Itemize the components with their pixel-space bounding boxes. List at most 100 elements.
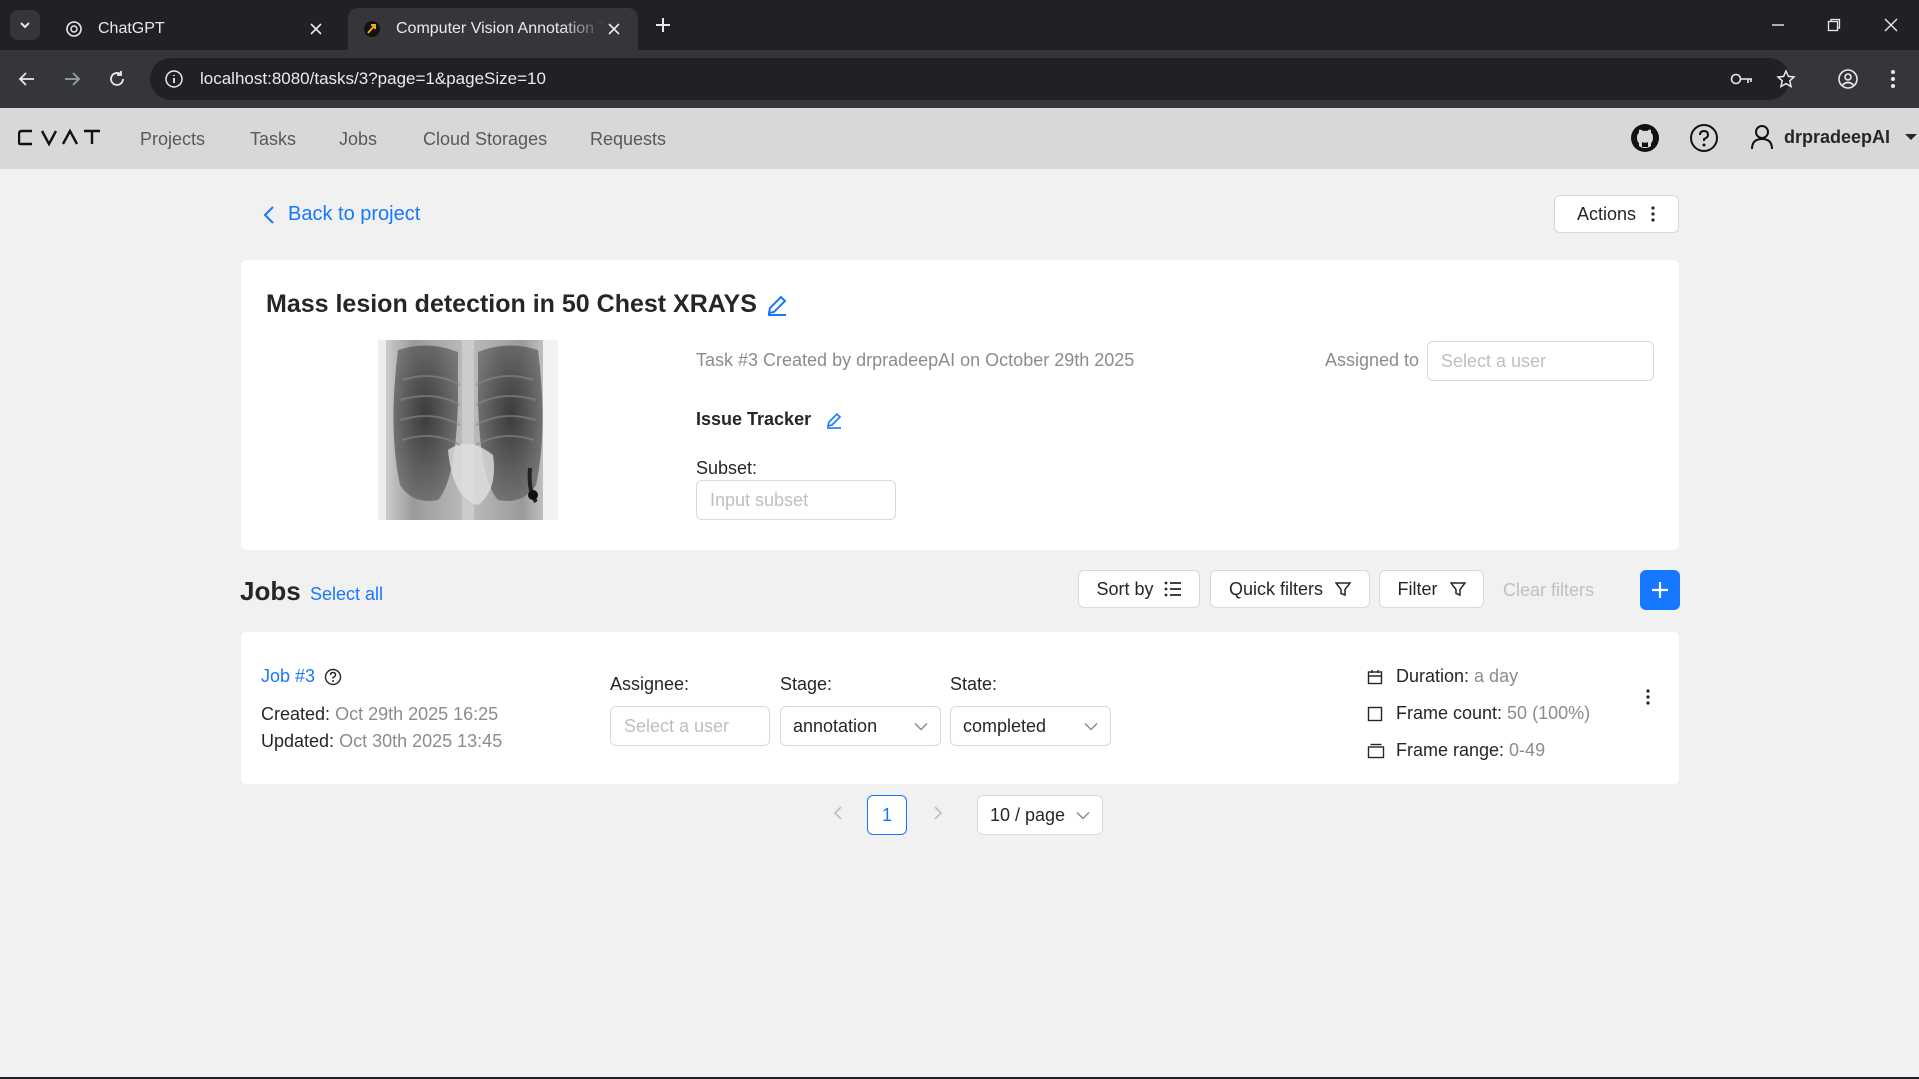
back-button[interactable] xyxy=(12,64,42,94)
forward-button[interactable] xyxy=(57,64,87,94)
created-value: Oct 29th 2025 16:25 xyxy=(335,704,499,724)
add-job-button[interactable] xyxy=(1640,570,1680,610)
chatgpt-icon xyxy=(64,19,84,39)
edit-icon[interactable] xyxy=(765,293,789,317)
profile-button[interactable] xyxy=(1833,64,1863,94)
user-menu[interactable]: drpradeepAI xyxy=(1750,124,1918,150)
sort-list-icon xyxy=(1164,581,1181,597)
next-page-button[interactable] xyxy=(923,798,953,828)
subset-placeholder: Input subset xyxy=(710,489,809,510)
nav-jobs[interactable]: Jobs xyxy=(339,129,377,150)
profile-icon xyxy=(1838,69,1858,89)
state-label: State: xyxy=(950,674,998,694)
help-icon[interactable] xyxy=(324,668,342,686)
plus-icon xyxy=(656,18,670,32)
frame-range-value: 0-49 xyxy=(1509,740,1546,760)
tab-search-button[interactable] xyxy=(10,10,40,40)
frame-count-label: Frame count: xyxy=(1396,703,1503,723)
plus-icon xyxy=(1652,582,1668,598)
page-size-select[interactable]: 10 / page xyxy=(977,795,1103,835)
task-title-text[interactable]: Mass lesion detection in 50 Chest XRAYS xyxy=(266,290,757,319)
help-icon[interactable] xyxy=(1688,122,1720,154)
state-value: completed xyxy=(963,715,1047,736)
nav-projects[interactable]: Projects xyxy=(140,129,205,150)
close-icon xyxy=(1884,18,1898,32)
assignee-placeholder: Select a user xyxy=(1441,350,1547,371)
nav-tasks[interactable]: Tasks xyxy=(250,129,296,150)
github-icon[interactable] xyxy=(1629,122,1661,154)
chevron-right-icon xyxy=(934,806,943,820)
frames-icon xyxy=(1367,743,1387,759)
updated-label: Updated: xyxy=(261,731,335,751)
stage-label: Stage: xyxy=(780,674,833,694)
square-icon xyxy=(1367,706,1387,722)
chest-xray-image xyxy=(378,340,558,520)
page-size-value: 10 / page xyxy=(990,804,1066,825)
password-key-icon[interactable] xyxy=(1730,67,1754,91)
back-to-project-link[interactable]: Back to project xyxy=(262,203,420,226)
browser-tab-chatgpt[interactable]: ChatGPT xyxy=(50,8,340,50)
duration-label: Duration: xyxy=(1396,666,1470,686)
select-all-link[interactable]: Select all xyxy=(310,584,383,605)
browser-toolbar: localhost:8080/tasks/3?page=1&pageSize=1… xyxy=(0,50,1919,108)
info-icon[interactable] xyxy=(164,69,184,89)
job-duration: Duration: a day xyxy=(1367,666,1518,687)
edit-icon[interactable] xyxy=(825,411,843,429)
address-bar[interactable]: localhost:8080/tasks/3?page=1&pageSize=1… xyxy=(150,58,1796,100)
browser-tab-cvat[interactable]: Computer Vision Annotation Tool xyxy=(348,8,638,50)
state-select[interactable]: completed xyxy=(950,706,1111,746)
quick-filters-label: Quick filters xyxy=(1228,578,1324,599)
page-1-button[interactable]: 1 xyxy=(867,795,907,835)
minimize-icon xyxy=(1772,24,1784,26)
filter-button[interactable]: Filter xyxy=(1379,570,1484,608)
jobs-title: Jobs xyxy=(240,576,301,606)
kebab-menu-icon xyxy=(1891,70,1895,88)
nav-requests[interactable]: Requests xyxy=(590,129,666,150)
subset-input[interactable]: Input subset xyxy=(696,480,896,520)
minimize-button[interactable] xyxy=(1758,8,1798,42)
task-preview-image xyxy=(378,340,558,520)
chevron-down-icon xyxy=(1084,722,1098,731)
actions-button[interactable]: Actions xyxy=(1554,195,1679,233)
chevron-down-icon xyxy=(914,722,928,731)
restore-button[interactable] xyxy=(1814,8,1854,42)
stage-select[interactable]: annotation xyxy=(780,706,941,746)
cvat-logo[interactable] xyxy=(17,127,102,152)
job-assignee-placeholder: Select a user xyxy=(624,715,730,736)
app-header: Projects Tasks Jobs Cloud Storages Reque… xyxy=(0,108,1919,169)
filter-icon xyxy=(1449,582,1466,597)
user-icon xyxy=(1751,125,1773,150)
filter-icon xyxy=(1335,582,1352,597)
new-tab-button[interactable] xyxy=(650,12,676,38)
kebab-menu-icon xyxy=(1646,689,1650,705)
job-name: Job #3 xyxy=(261,666,342,687)
browser-tab-bar: ChatGPT Computer Vision Annotation Tool xyxy=(0,0,1919,50)
close-window-button[interactable] xyxy=(1871,8,1911,42)
task-assignee-select[interactable]: Select a user xyxy=(1427,341,1654,381)
clear-filters-button[interactable]: Clear filters xyxy=(1503,580,1594,601)
actions-label: Actions xyxy=(1576,203,1637,224)
bookmark-star-icon[interactable] xyxy=(1774,67,1798,91)
tab-title: Computer Vision Annotation Tool xyxy=(396,20,604,37)
sort-by-button[interactable]: Sort by xyxy=(1078,570,1200,608)
duration-value: a day xyxy=(1474,666,1519,686)
close-tab-icon[interactable] xyxy=(306,19,326,39)
subset-label: Subset: xyxy=(696,458,758,478)
browser-menu-button[interactable] xyxy=(1878,64,1908,94)
sort-by-label: Sort by xyxy=(1096,578,1154,599)
job-assignee-select[interactable]: Select a user xyxy=(610,706,770,746)
assigned-to-label: Assigned to xyxy=(1325,350,1420,370)
calendar-icon xyxy=(1367,669,1387,685)
job-frame-range: Frame range: 0-49 xyxy=(1367,740,1545,761)
reload-button[interactable] xyxy=(102,64,132,94)
url-text[interactable]: localhost:8080/tasks/3?page=1&pageSize=1… xyxy=(200,69,546,89)
job-link[interactable]: Job #3 xyxy=(261,666,315,687)
close-tab-icon[interactable] xyxy=(604,19,624,39)
nav-cloud-storages[interactable]: Cloud Storages xyxy=(423,129,547,150)
tab-title: ChatGPT xyxy=(98,20,165,37)
prev-page-button[interactable] xyxy=(823,798,853,828)
frame-count-value: 50 (100%) xyxy=(1507,703,1591,723)
quick-filters-button[interactable]: Quick filters xyxy=(1210,570,1370,608)
job-updated: Updated: Oct 30th 2025 13:45 xyxy=(261,731,502,752)
job-actions-menu[interactable] xyxy=(1643,686,1653,708)
